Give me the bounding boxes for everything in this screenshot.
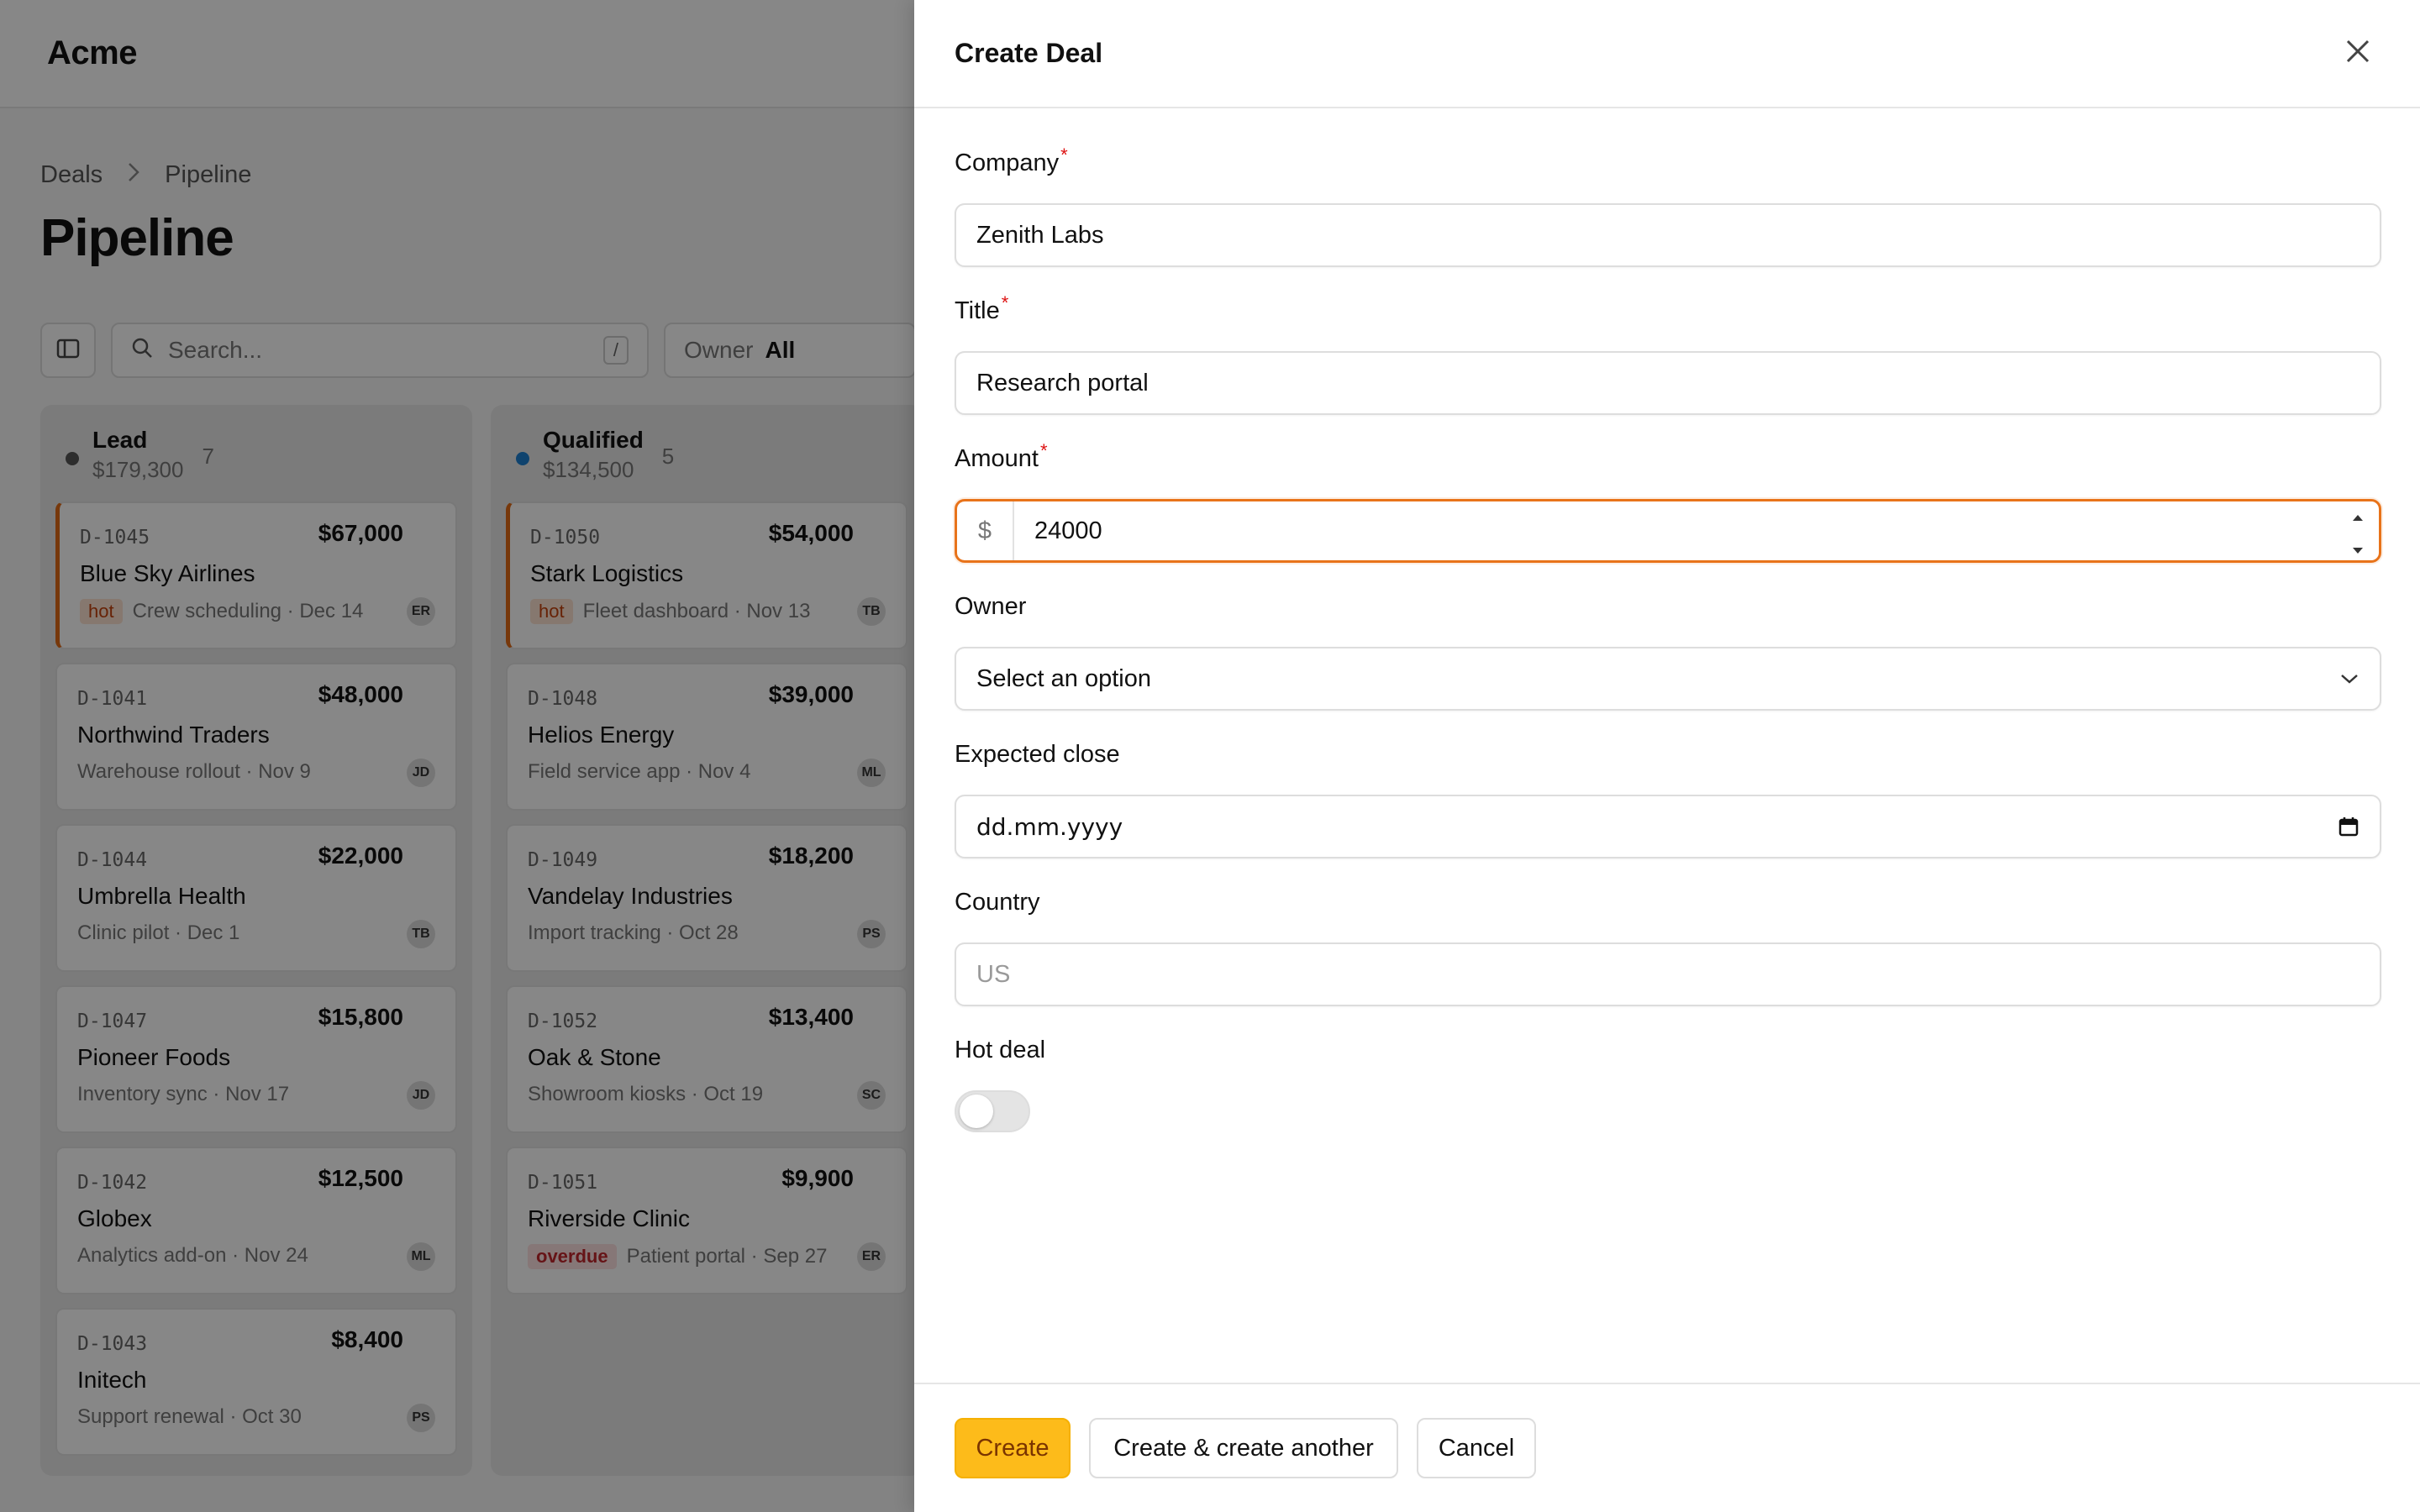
title-input[interactable]: Research portal [955,351,2381,415]
title-label: Title* [955,292,1009,324]
hot-deal-field: Hot deal [955,1037,2381,1132]
hot-deal-label: Hot deal [955,1037,1046,1063]
company-input[interactable]: Zenith Labs [955,203,2381,267]
hot-deal-toggle[interactable] [955,1090,1030,1132]
amount-input[interactable]: $ 24000 [955,499,2381,563]
chevron-down-icon [2339,672,2360,685]
create-another-button[interactable]: Create & create another [1089,1418,1398,1478]
cancel-button[interactable]: Cancel [1417,1418,1536,1478]
expected-close-date-input[interactable]: dd.mm.yyyy [955,795,2381,858]
title-field: Title* Research portal [955,292,2381,415]
required-mark: * [1060,144,1068,165]
drawer-header: Create Deal [914,0,2420,108]
currency-prefix: $ [957,501,1014,560]
country-input[interactable]: US [955,942,2381,1006]
create-button[interactable]: Create [955,1418,1071,1478]
company-field: Company* Zenith Labs [955,144,2381,267]
country-field: Country US [955,889,2381,1006]
expected-close-field: Expected close dd.mm.yyyy [955,741,2381,858]
owner-label: Owner [955,593,1027,620]
amount-value: 24000 [1034,517,1102,544]
owner-select[interactable]: Select an option [955,647,2381,711]
stepper-down-icon[interactable] [2352,533,2364,561]
drawer-title: Create Deal [955,38,1103,68]
close-button[interactable] [2336,32,2380,76]
calendar-icon[interactable] [2338,816,2360,837]
number-stepper[interactable] [2337,501,2379,561]
amount-field: Amount* $ 24000 [955,440,2381,563]
close-icon [2344,38,2371,69]
required-mark: * [1001,292,1009,313]
owner-field: Owner Select an option [955,593,2381,711]
amount-label: Amount* [955,440,1048,472]
required-mark: * [1039,440,1048,461]
stepper-up-icon[interactable] [2352,501,2364,528]
drawer-footer: Create Create & create another Cancel [914,1383,2420,1512]
company-label: Company* [955,144,1068,176]
country-label: Country [955,889,1040,916]
modal-overlay[interactable] [0,0,914,1512]
toggle-knob [960,1095,993,1128]
expected-close-label: Expected close [955,741,1120,768]
